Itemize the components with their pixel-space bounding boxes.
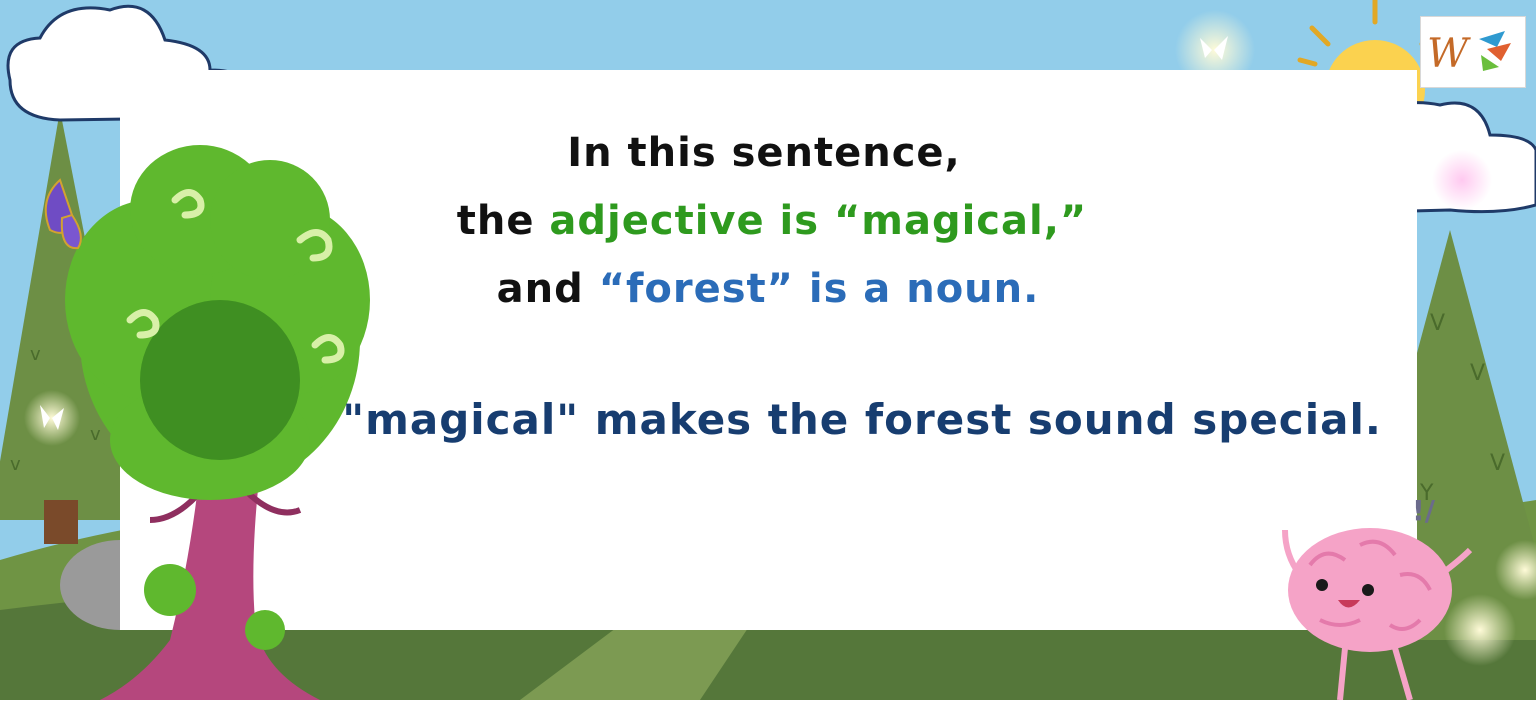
line-noun-prefix: and xyxy=(496,266,599,312)
adjective-highlight: adjective is “magical,” xyxy=(549,198,1088,244)
line-noun: and “forest” is a noun. xyxy=(0,266,1536,312)
svg-text:W: W xyxy=(1427,31,1471,77)
line-intro: In this sentence, xyxy=(567,130,961,176)
brain-character-icon: !/ xyxy=(1282,494,1473,700)
line-adjective-prefix: the xyxy=(456,198,550,244)
line-adjective: the adjective is “magical,” xyxy=(4,198,1536,244)
line-explanation: "magical" makes the forest sound special… xyxy=(342,395,1382,444)
logo-icon: W xyxy=(1420,16,1526,88)
noun-highlight: “forest” is a noun. xyxy=(598,266,1040,312)
svg-text:!/: !/ xyxy=(1412,494,1436,527)
